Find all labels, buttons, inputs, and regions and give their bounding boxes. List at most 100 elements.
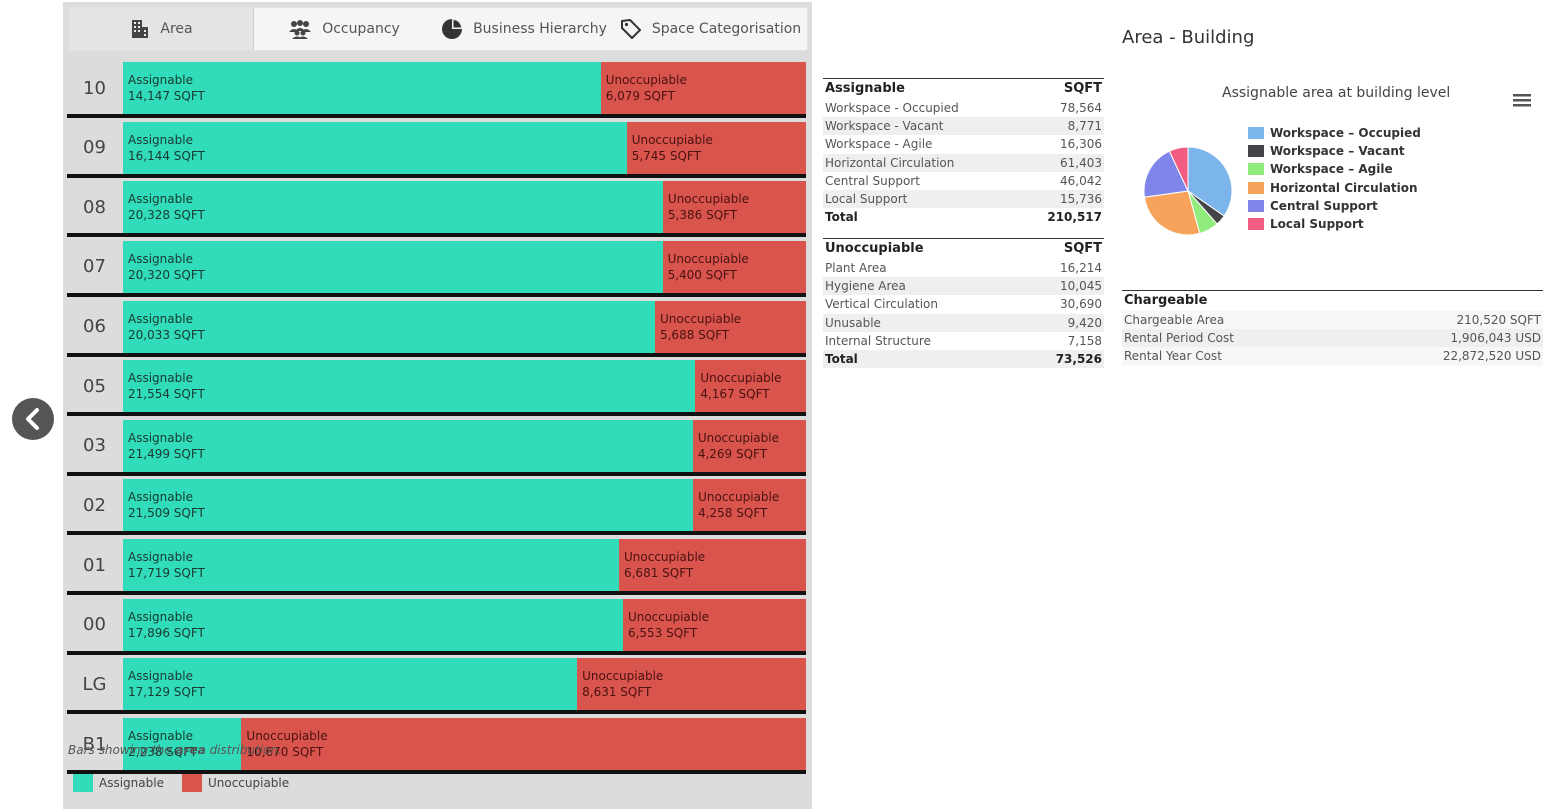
unoccupiable-segment-value: 5,745 SQFT (631, 148, 701, 163)
tab-occupancy[interactable]: Occupancy (254, 8, 434, 50)
assignable-segment[interactable]: Assignable 16,144 SQFT (123, 121, 627, 174)
assignable-segment-label: Assignable (128, 73, 193, 87)
floor-bar: Assignable 21,509 SQFT Unoccupiable 4,258 S… (123, 479, 806, 532)
tab-space-categorisation-label: Space Categorisation (651, 21, 802, 37)
floor-row[interactable]: 00 Assignable 17,896 SQFT Unoccupiable 6,553… (67, 598, 806, 655)
chart-subtitle: Assignable area at building level (1222, 85, 1451, 101)
pie-legend-item[interactable]: Central Support (1248, 197, 1421, 215)
table-row: Workspace - Agile 16,306 (823, 135, 1104, 153)
unoccupiable-segment[interactable]: Unoccupiable 5,745 SQFT (626, 121, 806, 174)
assignable-segment[interactable]: Assignable 14,147 SQFT (123, 62, 601, 114)
back-button[interactable] (12, 398, 54, 440)
tab-business-hierarchy[interactable]: Business Hierarchy (434, 8, 614, 50)
assignable-segment[interactable]: Assignable 21,499 SQFT (123, 419, 693, 472)
unoccupiable-segment[interactable]: Unoccupiable 8,631 SQFT (577, 658, 806, 711)
unoccupiable-segment[interactable]: Unoccupiable 6,079 SQFT (600, 62, 806, 114)
unoccupiable-segment[interactable]: Unoccupiable 5,386 SQFT (662, 181, 806, 234)
assignable-segment-label: Assignable (128, 490, 193, 505)
unoccupiable-segment-value: 6,681 SQFT (623, 566, 694, 581)
unoccupiable-segment[interactable]: Unoccupiable 10,670 SQFT (241, 718, 806, 771)
pie-legend-label: Workspace – Occupied (1270, 126, 1421, 141)
assignable-segment[interactable]: Assignable 20,328 SQFT (123, 181, 663, 234)
table-row-value: 78,564 (1060, 101, 1102, 115)
unoccupiable-segment[interactable]: Unoccupiable 6,681 SQFT (618, 539, 806, 592)
floor-row[interactable]: 09 Assignable 16,144 SQFT Unoccupiable 5,745… (67, 121, 806, 178)
chargeable-table: Chargeable Chargeable Area 210,520 SQFT Re… (1122, 290, 1543, 366)
assignable-segment[interactable]: Assignable 17,129 SQFT (123, 658, 578, 711)
floor-row[interactable]: 03 Assignable 21,499 SQFT Unoccupiable 4,269… (67, 419, 806, 476)
assignable-segment[interactable]: Assignable 20,033 SQFT (123, 300, 655, 353)
unoccupiable-segment-label: Unoccupiable (667, 251, 749, 266)
unoccupiable-segment-label: Unoccupiable (246, 729, 328, 744)
assignable-segment-label: Assignable (128, 371, 193, 386)
floor-bar: Assignable 20,320 SQFT Unoccupiable 5,400 S… (123, 240, 806, 293)
pie-legend-item[interactable]: Workspace – Vacant (1248, 142, 1421, 160)
table-row: Central Support 46,042 (823, 172, 1104, 190)
pie-legend-label: Workspace – Vacant (1270, 144, 1405, 159)
assignable-segment-value: 20,320 SQFT (128, 267, 205, 282)
floor-level-label: 10 (83, 77, 106, 99)
assignable-segment[interactable]: Assignable 17,719 SQFT (123, 539, 619, 592)
unoccupiable-segment[interactable]: Unoccupiable 4,269 SQFT (692, 419, 806, 472)
chart-title: Area - Building (1122, 27, 1255, 48)
floor-bar: Assignable 21,499 SQFT Unoccupiable 4,269 S… (123, 419, 806, 472)
assignable-segment-value: 17,129 SQFT (128, 685, 205, 700)
floor-row[interactable]: 08 Assignable 20,328 SQFT Unoccupiable 5,386… (67, 181, 806, 238)
unoccupiable-segment-value: 5,400 SQFT (667, 267, 737, 282)
tab-bar: Area Occupancy Business Hierarchy Space … (69, 7, 808, 51)
table-row-label: Workspace - Agile (825, 137, 933, 152)
chargeable-table-title: Chargeable (1122, 290, 1543, 311)
floor-bar: Assignable 17,719 SQFT Unoccupiable 6,681 S… (123, 539, 806, 592)
pie-legend-item[interactable]: Workspace – Occupied (1248, 124, 1421, 142)
table-row-label: Plant Area (825, 261, 887, 275)
floor-row[interactable]: 10 Assignable 14,147 SQFT Unoccupiable 6,079… (67, 62, 806, 118)
table-total-label: Total (825, 351, 858, 366)
pie-legend-item[interactable]: Local Support (1248, 215, 1421, 233)
table-row: Internal Structure 7,158 (823, 332, 1104, 350)
assignable-segment[interactable]: Assignable 17,896 SQFT (123, 598, 623, 651)
legend-unoccupiable[interactable]: Unoccupiable (181, 774, 290, 792)
unoccupiable-segment[interactable]: Unoccupiable 4,167 SQFT (695, 360, 806, 413)
tab-area[interactable]: Area (70, 8, 254, 50)
legend-swatch-unoccupiable (181, 774, 202, 792)
floor-level-label: 07 (83, 256, 106, 278)
floor-row[interactable]: 07 Assignable 20,320 SQFT Unoccupiable 5,400… (67, 240, 806, 297)
pie-legend-item[interactable]: Workspace – Agile (1248, 160, 1421, 178)
table-total-label: Total (825, 210, 858, 225)
chart-menu-icon[interactable] (1513, 92, 1531, 108)
assignable-segment-label: Assignable (128, 192, 193, 207)
table-row: Workspace - Vacant 8,771 (823, 117, 1104, 136)
floor-row[interactable]: 06 Assignable 20,033 SQFT Unoccupiable 5,688… (67, 300, 806, 357)
table-row: Hygiene Area 10,045 (823, 277, 1104, 296)
floor-bar: Assignable 21,554 SQFT Unoccupiable 4,167 S… (123, 360, 806, 413)
caption-suffix: distribution. (205, 743, 282, 757)
floor-bar: Assignable 17,896 SQFT Unoccupiable 6,553 S… (123, 598, 806, 651)
floor-bars: 10 Assignable 14,147 SQFT Unoccupiable 6,079… (67, 62, 806, 778)
floor-bar: Assignable 17,129 SQFT Unoccupiable 8,631 S… (123, 658, 806, 711)
unoccupiable-segment[interactable]: Unoccupiable 5,400 SQFT (662, 240, 806, 293)
unoccupiable-table-unit: SQFT (1063, 241, 1102, 256)
assignable-segment-value: 16,144 SQFT (128, 148, 205, 163)
table-row-value: 16,306 (1060, 137, 1102, 152)
unoccupiable-segment[interactable]: Unoccupiable 6,553 SQFT (622, 598, 806, 651)
unoccupiable-segment-label: Unoccupiable (631, 132, 713, 147)
table-row-value: 16,214 (1060, 261, 1102, 275)
legend-label-unoccupiable: Unoccupiable (207, 776, 290, 790)
assignable-segment[interactable]: Assignable 21,554 SQFT (123, 360, 696, 413)
unoccupiable-table-header: Unoccupiable SQFT (823, 238, 1104, 259)
table-row-label: Vertical Circulation (825, 297, 938, 312)
tab-space-categorisation[interactable]: Space Categorisation (614, 8, 807, 50)
pie-legend-item[interactable]: Horizontal Circulation (1248, 179, 1421, 197)
legend-assignable[interactable]: Assignable (73, 774, 164, 792)
floor-row[interactable]: 02 Assignable 21,509 SQFT Unoccupiable 4,258… (67, 479, 806, 536)
unoccupiable-segment[interactable]: Unoccupiable 5,688 SQFT (654, 300, 806, 353)
unoccupiable-segment[interactable]: Unoccupiable 4,258 SQFT (693, 479, 806, 532)
assignable-segment[interactable]: Assignable 21,509 SQFT (123, 479, 694, 532)
floor-row[interactable]: 05 Assignable 21,554 SQFT Unoccupiable 4,167… (67, 360, 806, 417)
assignable-segment[interactable]: Assignable 20,320 SQFT (123, 240, 663, 293)
table-row-label: Unusable (825, 315, 881, 330)
floor-row[interactable]: 01 Assignable 17,719 SQFT Unoccupiable 6,681… (67, 539, 806, 596)
table-row-label: Horizontal Circulation (825, 155, 955, 170)
floor-row[interactable]: LG Assignable 17,129 SQFT Unoccupiable 8,631… (67, 658, 806, 715)
assignable-segment-value: 14,147 SQFT (128, 89, 205, 103)
